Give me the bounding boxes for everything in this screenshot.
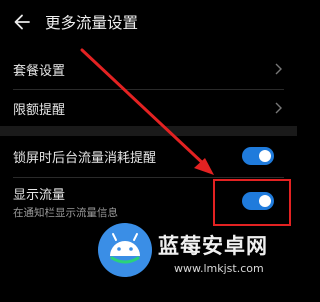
package-settings-label: 套餐设置 [13,64,66,79]
chevron-right-icon [275,63,282,75]
chevron-right-icon [275,102,282,114]
limit-reminder-item[interactable]: 限额提醒 [0,90,297,126]
watermark: 蓝莓安卓网 www.lmkjst.com [94,218,297,302]
lock-screen-traffic-alert-toggle[interactable] [242,147,274,165]
package-settings-item[interactable]: 套餐设置 [0,50,297,88]
app-header: 更多流量设置 [0,0,297,50]
lock-screen-traffic-alert-row: 锁屏时后台流量消耗提醒 [0,136,297,176]
show-traffic-label: 显示流量 [13,188,66,203]
lock-screen-traffic-alert-label: 锁屏时后台流量消耗提醒 [13,151,157,166]
page-title: 更多流量设置 [45,14,139,32]
limit-reminder-label: 限额提醒 [13,103,66,118]
arrow-left-icon[interactable] [12,12,32,32]
toggle-knob [259,150,271,162]
watermark-url: www.lmkjst.com [174,262,264,275]
section-gap [0,126,297,136]
android-logo-icon [98,223,152,277]
watermark-text: 蓝莓安卓网 [158,234,268,258]
